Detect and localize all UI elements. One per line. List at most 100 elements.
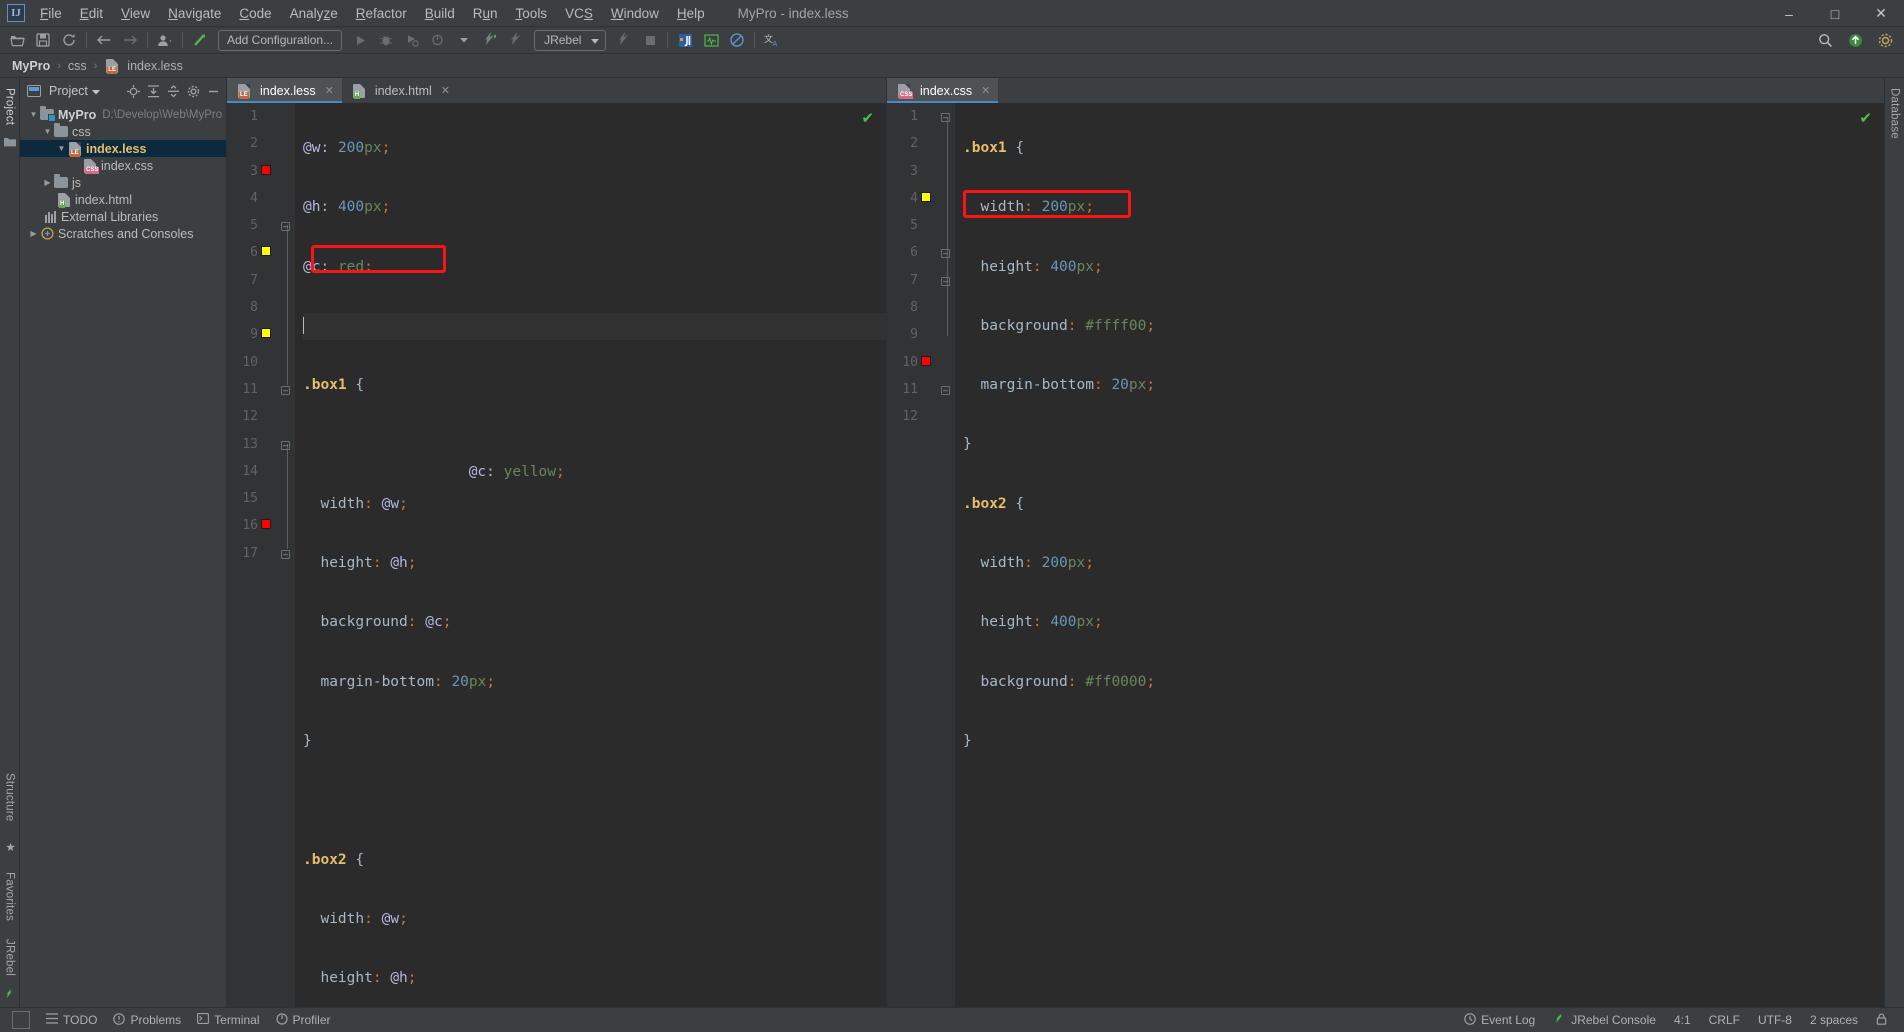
menu-navigate[interactable]: Navigate [159,2,230,25]
menu-code[interactable]: Code [230,2,280,25]
update-project-icon[interactable] [189,29,211,51]
tree-node-index-html[interactable]: H index.html [20,191,226,208]
jrebel-rail-icon[interactable] [4,988,16,1003]
chevron-down-icon[interactable]: ▼ [56,144,67,153]
jrebel-extra-icon[interactable] [613,29,635,51]
status-caret-position[interactable]: 4:1 [1665,1013,1700,1027]
maximize-button[interactable]: □ [1812,0,1858,27]
profiler-dropdown-icon[interactable] [453,29,475,51]
disable-icon[interactable] [726,29,748,51]
jrebel-run-icon[interactable] [479,29,501,51]
run-icon[interactable] [349,29,371,51]
fold-collapse-icon[interactable]: – [281,385,290,395]
status-problems[interactable]: Problems [109,1012,193,1028]
rail-button-project[interactable]: Project [4,82,16,131]
project-panel-title[interactable]: Project [49,84,100,98]
color-swatch-red[interactable] [261,164,271,175]
tab-index-html[interactable]: H index.html ✕ [341,78,459,103]
fold-collapse-icon[interactable]: – [941,385,950,395]
close-tab-icon[interactable]: ✕ [325,84,334,97]
status-encoding[interactable]: UTF-8 [1749,1013,1801,1027]
hide-panel-icon[interactable] [205,83,222,100]
code-text-css[interactable]: .box1 { width: 200px; height: 400px; bac… [955,103,1884,1007]
rail-button-jrebel[interactable]: JRebel [4,933,16,982]
chevron-down-icon[interactable]: ▼ [28,110,39,119]
tree-node-js[interactable]: ▶ js [20,174,226,191]
tree-node-css[interactable]: ▼ css [20,123,226,140]
settings-gear-icon[interactable] [1874,29,1896,51]
profiler-icon[interactable] [427,29,449,51]
expand-all-icon[interactable] [145,83,162,100]
menu-edit[interactable]: Edit [71,2,112,25]
activity-monitor-icon[interactable] [700,29,722,51]
synchronize-icon[interactable] [58,29,80,51]
tree-node-index-less[interactable]: ▼ LE index.less [20,140,226,157]
status-profiler[interactable]: Profiler [272,1012,343,1028]
color-swatch-yellow[interactable] [261,246,271,257]
code-editor-css[interactable]: ✔ 1 2 3 4 5 6 7 8 9 10 11 12 – – – – .bo… [887,103,1884,1007]
minimize-button[interactable]: – [1766,0,1812,27]
save-all-icon[interactable] [32,29,54,51]
menu-vcs[interactable]: VCS [556,2,602,25]
rail-button-database[interactable]: Database [1889,82,1901,145]
fold-collapse-icon[interactable]: – [281,549,290,559]
breadcrumb-item-file[interactable]: LE index.less [100,58,187,74]
fold-collapse-icon[interactable]: – [941,276,950,286]
status-terminal[interactable]: Terminal [193,1013,271,1027]
status-jrebel-console[interactable]: JRebel Console [1544,1013,1665,1028]
menu-tools[interactable]: Tools [507,2,557,25]
color-swatch-red[interactable] [261,519,271,530]
jrebel-debug-icon[interactable] [505,29,527,51]
locate-file-icon[interactable] [125,83,142,100]
collapse-all-icon[interactable] [165,83,182,100]
debug-icon[interactable] [375,29,397,51]
tree-node-scratches[interactable]: ▶ Scratches and Consoles [20,225,226,242]
fold-collapse-icon[interactable]: – [281,222,290,232]
project-settings-gear-icon[interactable] [185,83,202,100]
chevron-down-icon[interactable]: ▼ [42,127,53,136]
run-with-coverage-icon[interactable] [401,29,423,51]
rail-structure-mini-icon[interactable] [3,137,16,150]
fold-collapse-icon[interactable]: – [941,249,950,259]
status-indent[interactable]: 2 spaces [1801,1013,1867,1027]
color-swatch-yellow[interactable] [261,328,271,339]
jrebel-blue-icon[interactable] [674,29,696,51]
editor-gutter-left[interactable]: 1 2 3 4 5 6 7 8 9 10 11 12 13 14 15 16 1… [227,103,295,1007]
menu-build[interactable]: Build [416,2,464,25]
search-everywhere-icon[interactable] [1814,29,1836,51]
breadcrumb-item-folder[interactable]: css [64,58,91,74]
add-configuration-button[interactable]: Add Configuration... [218,29,343,51]
tree-node-external-libraries[interactable]: External Libraries [20,208,226,225]
user-profile-icon[interactable] [154,29,176,51]
menu-view[interactable]: View [112,2,159,25]
stop-icon[interactable] [639,29,661,51]
menu-window[interactable]: Window [602,2,668,25]
color-swatch-red[interactable] [921,355,931,366]
navigate-forward-icon[interactable] [119,29,141,51]
close-tab-icon[interactable]: ✕ [441,84,450,97]
rail-button-structure[interactable]: Structure [4,767,16,827]
navigate-back-icon[interactable] [93,29,115,51]
close-button[interactable]: ✕ [1858,0,1904,27]
menu-analyze[interactable]: Analyze [281,2,347,25]
menu-file[interactable]: File [31,2,71,25]
code-text-less[interactable]: @w: 200px; @h: 400px; @c: red; .box1 { @… [295,103,886,1007]
status-lock[interactable] [1867,1013,1896,1028]
code-editor-less[interactable]: ✔ 1 2 3 4 5 6 7 8 9 10 11 12 13 14 15 16… [227,103,886,1007]
status-line-separator[interactable]: CRLF [1700,1013,1749,1027]
fold-collapse-icon[interactable]: – [281,440,290,450]
color-swatch-yellow[interactable] [921,191,931,202]
close-tab-icon[interactable]: ✕ [981,84,990,97]
jrebel-selector[interactable]: JRebel [534,29,607,51]
tab-index-css[interactable]: CSS index.css ✕ [887,78,999,103]
translate-icon[interactable]: 文A [761,29,783,51]
update-available-icon[interactable] [1844,29,1866,51]
editor-gutter-right[interactable]: 1 2 3 4 5 6 7 8 9 10 11 12 – – – – [887,103,955,1007]
status-todo[interactable]: TODO [42,1013,109,1027]
menu-refactor[interactable]: Refactor [347,2,416,25]
rail-button-favorites[interactable]: ★ [3,834,17,860]
breadcrumb-item-project[interactable]: MyPro [8,58,54,74]
tree-node-index-css[interactable]: CSS index.css [20,157,226,174]
status-event-log[interactable]: Event Log [1455,1012,1544,1028]
tree-node-mypro[interactable]: ▼ MyPro D:\Develop\Web\MyPro [20,106,226,123]
